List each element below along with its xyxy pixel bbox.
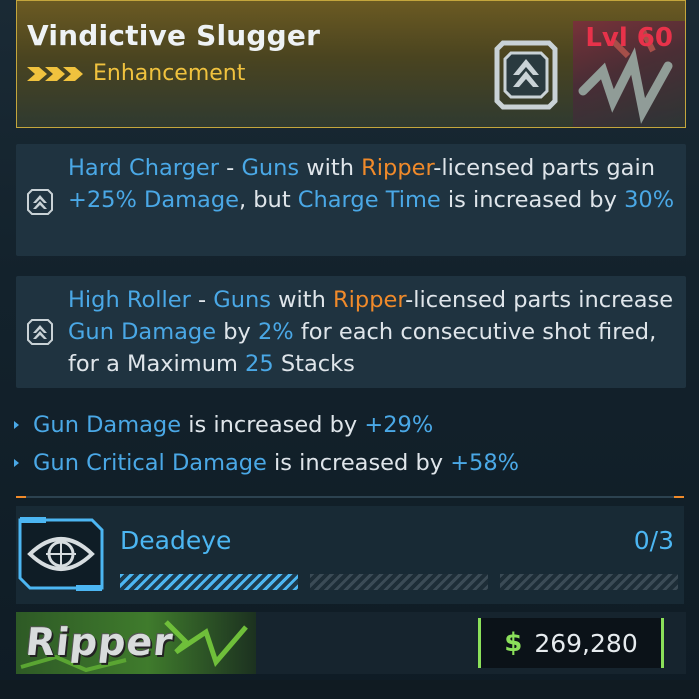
bottom-strip — [0, 680, 699, 699]
stat-value: +58% — [450, 450, 520, 476]
skill-rank-bar — [310, 574, 488, 590]
stat-name: Gun Critical Damage — [33, 450, 267, 476]
bullet-icon — [14, 459, 19, 467]
perk-chevron-icon — [27, 319, 53, 345]
perk-keyword: +25% Damage — [68, 187, 239, 213]
skill-row: Deadeye 0/3 — [16, 506, 684, 604]
item-level: Lvl 60 — [585, 23, 673, 53]
perk-text-part: is increased by — [440, 187, 625, 213]
perk-hard-charger: Hard Charger - Guns with Ripper-licensed… — [16, 144, 686, 256]
perk-keyword: Charge Time — [297, 187, 441, 213]
bullet-icon — [14, 421, 19, 429]
perk-text-part: - — [219, 155, 242, 181]
skill-rank: 0/3 — [633, 526, 674, 555]
stat-text: is increased by — [181, 412, 365, 438]
manufacturer-logo: Ripper — [16, 612, 256, 674]
skill-rank-bar — [500, 574, 678, 590]
perk-description: High Roller - Guns with Ripper-licensed … — [68, 284, 678, 380]
perk-text-part: - — [190, 287, 214, 313]
perk-chevron-icon — [27, 189, 53, 215]
rarity-label: Enhancement — [93, 61, 246, 86]
stat-line: Gun Damage is increased by +29% — [14, 412, 433, 438]
perk-value: 30% — [624, 187, 675, 213]
perk-text-part: -licensed parts gain — [433, 155, 655, 181]
item-name: Vindictive Slugger — [27, 19, 321, 52]
perk-keyword: Guns — [213, 287, 271, 313]
item-card: Vindictive Slugger Enhancement Lvl 60 Ha… — [0, 0, 699, 699]
perk-text-part: with — [299, 155, 362, 181]
price-value: 269,280 — [534, 628, 638, 658]
stat-value: +29% — [364, 412, 434, 438]
perk-manufacturer: Ripper — [361, 155, 434, 181]
perk-keyword: Gun Damage — [68, 319, 217, 345]
perk-name: High Roller — [68, 287, 191, 313]
perk-keyword: Guns — [241, 155, 300, 181]
perk-text-part: by — [216, 319, 258, 345]
item-footer: Ripper $ 269,280 — [16, 612, 686, 674]
item-header: Vindictive Slugger Enhancement Lvl 60 — [16, 0, 686, 128]
stat-text: is increased by — [266, 450, 451, 476]
enhancement-class-icon — [494, 40, 558, 110]
stat-line: Gun Critical Damage is increased by +58% — [14, 450, 519, 476]
perk-description: Hard Charger - Guns with Ripper-licensed… — [68, 152, 678, 216]
item-rarity: Enhancement — [27, 61, 245, 86]
perk-manufacturer: Ripper — [333, 287, 406, 313]
stat-name: Gun Damage — [33, 412, 182, 438]
perk-high-roller: High Roller - Guns with Ripper-licensed … — [16, 276, 686, 388]
perk-value: 2% — [257, 319, 294, 345]
perk-value: 25 — [245, 351, 274, 377]
dollar-icon: $ — [504, 628, 523, 658]
rarity-chevrons-icon — [27, 66, 83, 81]
perk-text-part: Stacks — [273, 351, 355, 377]
price-tag: $ 269,280 — [478, 618, 664, 668]
skill-rank-bar — [120, 574, 298, 590]
section-divider — [16, 496, 684, 498]
perk-name: Hard Charger — [68, 155, 219, 181]
skill-name: Deadeye — [120, 526, 232, 555]
manufacturer-label: Ripper — [23, 620, 176, 664]
perk-text-part: -licensed parts increase — [405, 287, 674, 313]
perk-text-part: , but — [238, 187, 298, 213]
eye-target-icon — [18, 517, 104, 591]
perk-text-part: with — [270, 287, 334, 313]
